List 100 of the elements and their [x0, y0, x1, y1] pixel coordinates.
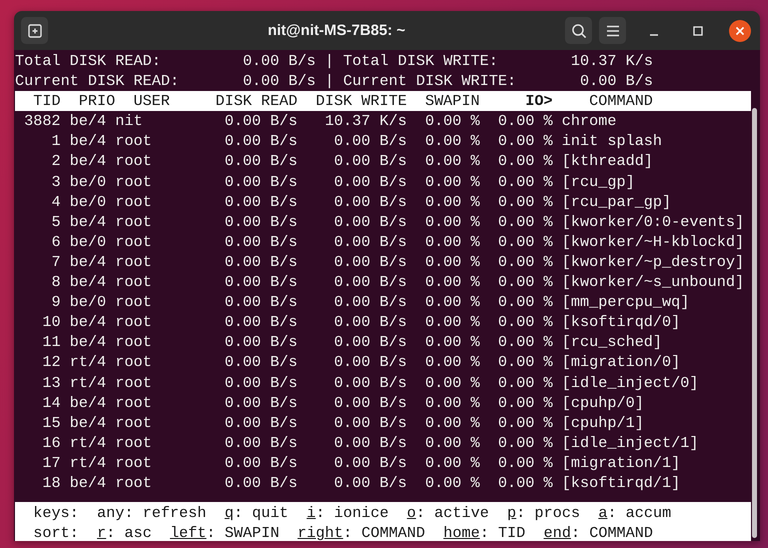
table-cell: 0.00 % [425, 212, 480, 231]
table-cell: root [115, 414, 152, 432]
table-cell: 3882 [24, 112, 61, 130]
table-cell: be/4 [70, 313, 106, 332]
table-cell: 0.00 B/s [224, 333, 298, 352]
table-cell: 5 [51, 212, 61, 231]
table-cell: 0.00 % [498, 333, 553, 352]
search-button[interactable] [565, 17, 592, 44]
table-cell: 0.00 % [498, 252, 553, 271]
table-cell: [rcu_sched] [562, 333, 662, 352]
table-cell: 11 [42, 333, 61, 352]
table-cell: 0.00 B/s [224, 192, 298, 211]
key-hint: home: TID [443, 523, 526, 541]
table-cell: chrome [562, 112, 616, 130]
table-cell: be/4 [70, 474, 106, 492]
table-cell: 0.00 B/s [224, 172, 298, 191]
table-cell: root [115, 252, 152, 271]
summary-label: Total DISK WRITE: [343, 51, 500, 72]
table-cell: root [115, 273, 152, 292]
summary-label: Current DISK READ: [15, 71, 180, 92]
table-cell: root [115, 454, 152, 472]
table-cell: be/4 [70, 333, 106, 352]
key-hint: any: refresh [97, 503, 206, 524]
table-cell: 0.00 % [498, 374, 553, 392]
close-icon [735, 26, 745, 36]
table-cell: 0.00 % [498, 232, 553, 251]
column-header: DISK WRITE [316, 91, 408, 112]
table-cell: be/0 [70, 172, 106, 191]
table-cell: root [115, 434, 152, 452]
table-cell: init splash [562, 132, 662, 150]
key-hint: end: COMMAND [544, 523, 654, 541]
table-cell: 13 [42, 374, 61, 392]
table-cell: 0.00 % [425, 252, 480, 271]
table-cell: root [115, 192, 152, 211]
table-cell: root [115, 353, 152, 372]
table-cell: [mm_percpu_wq] [562, 293, 690, 312]
separator-text: | [324, 71, 335, 92]
table-cell: root [115, 394, 152, 412]
table-cell: 0.00 B/s [334, 252, 407, 271]
table-cell: [rcu_gp] [562, 172, 635, 191]
table-cell: 9 [51, 293, 61, 312]
table-cell: 0.00 B/s [224, 273, 298, 292]
table-cell: 0.00 % [498, 152, 553, 170]
column-header: DISK READ [215, 91, 298, 112]
table-cell: root [115, 374, 152, 392]
table-cell: 0.00 B/s [334, 212, 407, 231]
table-cell: 0.00 % [498, 414, 553, 432]
table-cell: [kworker/~H-kblockd] [562, 232, 744, 251]
minimize-icon [649, 34, 659, 36]
footer-label: keys: [33, 503, 79, 524]
key-hint: i: ionice [306, 503, 389, 524]
table-cell: 0.00 % [425, 293, 480, 312]
table-cell: be/0 [70, 192, 106, 211]
table-cell: 0.00 B/s [334, 192, 407, 211]
table-cell: be/4 [70, 273, 106, 292]
table-cell: rt/4 [70, 353, 106, 372]
table-cell: 0.00 % [425, 313, 480, 332]
table-cell: be/4 [70, 394, 106, 412]
table-cell: 0.00 B/s [224, 434, 298, 452]
table-cell: root [115, 212, 152, 231]
table-cell: 0.00 % [498, 112, 553, 130]
table-cell: 0.00 B/s [334, 132, 407, 150]
scrollbar[interactable] [752, 108, 757, 538]
table-cell: 0.00 % [498, 434, 553, 452]
table-cell: be/4 [70, 132, 106, 150]
table-cell: root [115, 474, 152, 492]
table-cell: rt/4 [70, 374, 106, 392]
table-cell: 0.00 B/s [334, 394, 407, 412]
summary-value: 0.00 B/s [242, 51, 316, 72]
footer-label: sort: [33, 523, 79, 541]
table-cell: 7 [51, 252, 61, 271]
table-cell: 0.00 % [425, 394, 480, 412]
summary-value: 10.37 K/s [570, 51, 653, 72]
table-cell: 0.00 % [425, 152, 480, 170]
new-tab-icon [28, 24, 42, 38]
key-hint: o: active [406, 503, 489, 524]
table-cell: nit [115, 112, 143, 130]
table-cell: 0.00 B/s [334, 374, 407, 392]
table-cell: root [115, 152, 152, 170]
column-header: COMMAND [589, 91, 654, 112]
menu-button[interactable] [599, 17, 626, 44]
table-cell: 0.00 B/s [224, 132, 298, 150]
table-cell: 0.00 % [425, 112, 480, 130]
table-cell: 0.00 % [425, 353, 480, 372]
table-cell: 1 [51, 132, 61, 150]
table-cell: 0.00 B/s [224, 454, 298, 472]
close-button[interactable] [729, 20, 751, 42]
table-cell: 0.00 B/s [334, 353, 407, 372]
table-cell: be/4 [70, 212, 106, 231]
maximize-icon [693, 26, 703, 36]
new-tab-button[interactable] [21, 17, 48, 44]
table-cell: [kworker/0:0-events] [562, 212, 744, 231]
table-cell: 16 [42, 434, 61, 452]
table-cell: 0.00 % [425, 273, 480, 292]
table-cell: 0.00 B/s [224, 353, 298, 372]
table-cell: root [115, 293, 152, 312]
table-cell: root [115, 172, 152, 191]
search-icon [570, 22, 586, 38]
table-cell: 0.00 % [425, 132, 480, 150]
table-cell: 17 [42, 454, 61, 472]
